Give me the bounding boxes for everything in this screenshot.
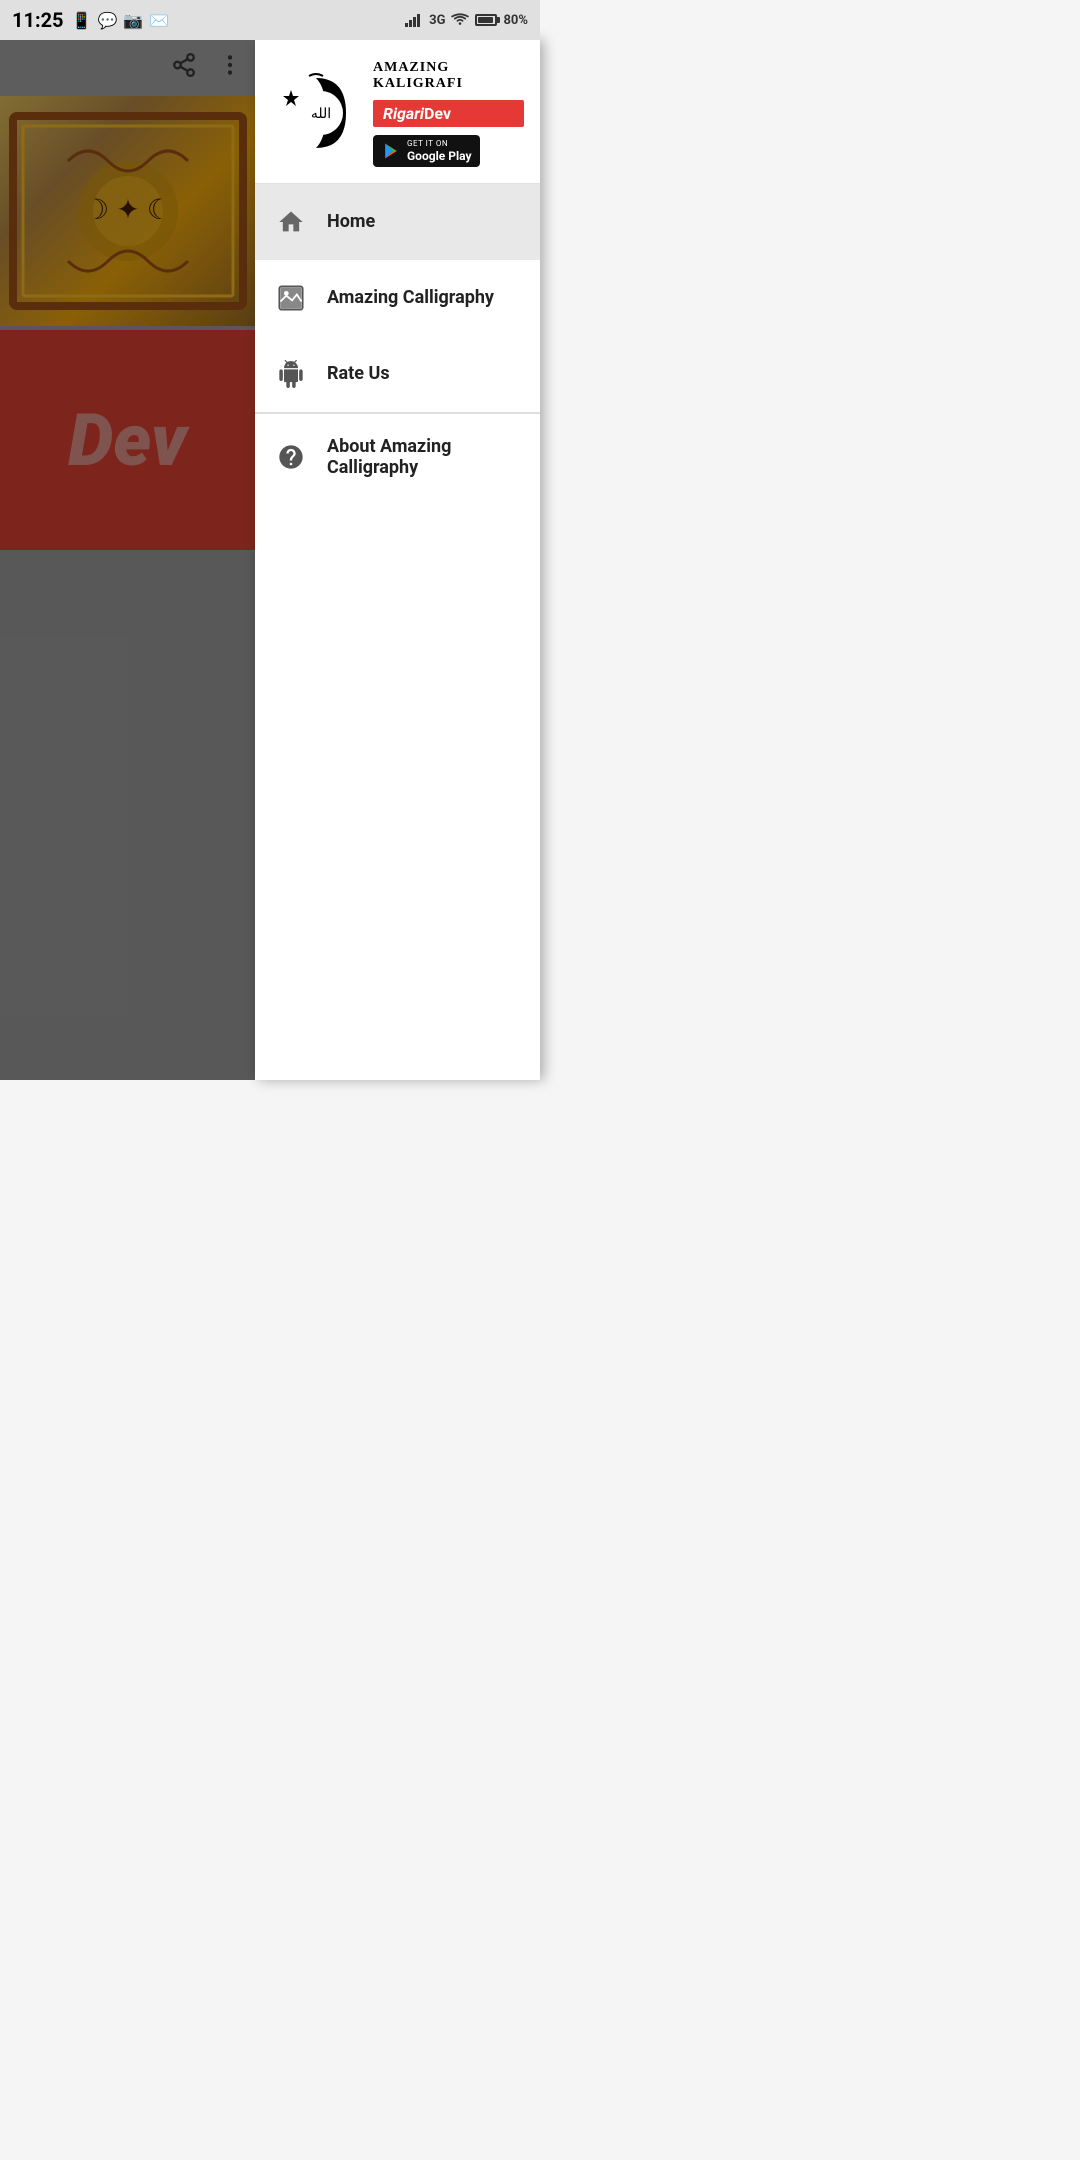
- drawer-overlay: [0, 40, 255, 1080]
- wifi-icon: [451, 13, 469, 27]
- status-left: 11:25 📱 💬 📷 ✉️: [12, 8, 169, 32]
- sidebar-item-rate-us[interactable]: Rate Us: [255, 336, 540, 412]
- svg-text:الله: الله: [311, 107, 331, 122]
- sidebar-item-about[interactable]: About Amazing Calligraphy: [255, 413, 540, 500]
- messenger-icon: ✉️: [149, 11, 169, 30]
- instagram-icon: 📷: [123, 11, 143, 30]
- rigari-dev-badge: RigariDev: [373, 100, 524, 127]
- image-icon: [275, 282, 307, 314]
- signal-type: 3G: [429, 13, 445, 28]
- dev-text-badge: Dev: [424, 104, 451, 123]
- rigari-text: Rigari: [383, 104, 424, 123]
- drawer-header-info: AMAZING KALIGRAFI RigariDev: [373, 60, 524, 167]
- status-bar: 11:25 📱 💬 📷 ✉️ 3G: [0, 0, 540, 40]
- app-logo: الله: [271, 68, 361, 158]
- app-name: AMAZING KALIGRAFI: [373, 60, 524, 92]
- play-store-icon: [381, 141, 401, 161]
- message-icon: 💬: [97, 11, 117, 30]
- battery-level: 80%: [503, 13, 528, 28]
- sidebar-item-label-calligraphy: Amazing Calligraphy: [327, 287, 494, 308]
- drawer-menu: Home Amazing Calligraphy: [255, 184, 540, 1080]
- battery-icon: [475, 14, 497, 26]
- main-container: ☽ ✦ ☾ Dev الله: [0, 40, 540, 1080]
- content-behind: ☽ ✦ ☾ Dev: [0, 40, 255, 1080]
- drawer-header: الله AMAZING KALIGRAFI RigariDev: [255, 40, 540, 184]
- google-play-label: Google Play: [407, 149, 472, 163]
- google-play-text: GET IT ON Google Play: [407, 139, 472, 163]
- status-time: 11:25: [12, 8, 64, 32]
- help-icon: [275, 441, 307, 473]
- signal-icon: [405, 13, 423, 27]
- sidebar-item-label-about: About Amazing Calligraphy: [327, 436, 520, 478]
- sidebar-item-label-rate: Rate Us: [327, 363, 390, 384]
- status-right: 3G 80%: [405, 13, 528, 28]
- android-icon: [275, 358, 307, 390]
- navigation-drawer: الله AMAZING KALIGRAFI RigariDev: [255, 40, 540, 1080]
- sidebar-item-label-home: Home: [327, 211, 375, 232]
- google-play-button[interactable]: GET IT ON Google Play: [373, 135, 480, 167]
- home-icon: [275, 206, 307, 238]
- status-icons: 📱 💬 📷 ✉️: [72, 11, 170, 30]
- sidebar-item-amazing-calligraphy[interactable]: Amazing Calligraphy: [255, 260, 540, 336]
- whatsapp-icon: 📱: [72, 11, 92, 30]
- get-it-on-label: GET IT ON: [407, 139, 472, 149]
- sidebar-item-home[interactable]: Home: [255, 184, 540, 260]
